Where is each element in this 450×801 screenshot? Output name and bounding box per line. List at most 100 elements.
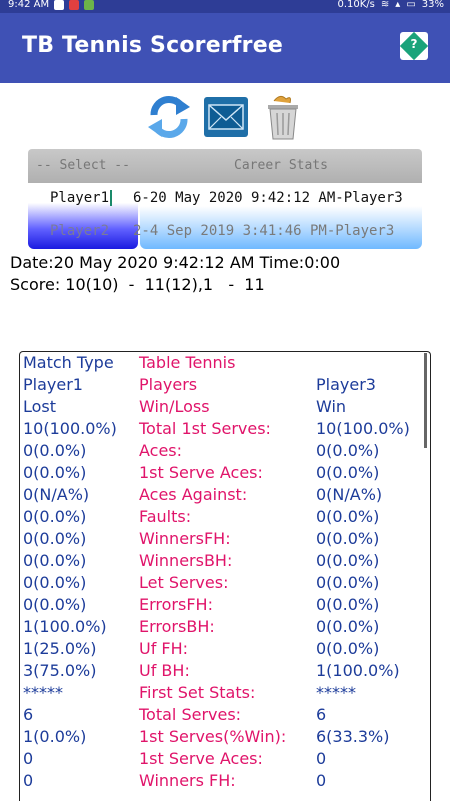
player3-value: 1(100.0%) <box>316 661 400 680</box>
player1-value: Lost <box>23 397 57 416</box>
shopping-bag-icon <box>84 0 95 10</box>
match-option-selected[interactable]: 6-20 May 2020 9:42:12 AM-Player3 <box>133 190 422 206</box>
stat-label: 1st Serve Aces: <box>139 749 263 768</box>
player3-value: 0(0.0%) <box>316 507 380 526</box>
stat-label: Uf FH: <box>139 639 189 658</box>
status-right: 0.10K/s ≋ ▴ ▭ 33% <box>337 0 444 10</box>
status-left: 9:42 AM <box>8 0 95 10</box>
picker-header: -- Select -- Career Stats <box>28 149 422 183</box>
stats-row: 6 Total Serves: 6 <box>20 705 430 727</box>
stat-label: 1st Serve Aces: <box>139 463 263 482</box>
stats-row: Lost Win/Loss Win <box>20 397 430 419</box>
stats-row: 3(75.0%) Uf BH: 1(100.0%) <box>20 661 430 683</box>
help-icon[interactable]: ? <box>399 31 429 61</box>
player3-value: 0(0.0%) <box>316 463 380 482</box>
player3-value: 0(0.0%) <box>316 595 380 614</box>
player3-value: Win <box>316 397 347 416</box>
stat-label: Let Serves: <box>139 573 229 592</box>
wifi-icon: ≋ <box>380 0 390 10</box>
player1-value: 1(25.0%) <box>23 639 97 658</box>
player3-value: 0(0.0%) <box>316 529 380 548</box>
stat-label: 1st Serves(%Win): <box>139 727 287 746</box>
scrollbar[interactable] <box>424 353 427 448</box>
player1-value: 0(0.0%) <box>23 463 87 482</box>
player1-value: 10(100.0%) <box>23 419 117 438</box>
stats-table[interactable]: Match Type Table Tennis Player1 Players Play… <box>19 351 431 801</box>
player3-value: 0 <box>316 771 327 790</box>
stats-row: 0(0.0%) WinnersBH: 0(0.0%) <box>20 551 430 573</box>
player1-value: 1(0.0%) <box>23 727 87 746</box>
player-option[interactable]: Player2 <box>50 223 138 239</box>
refresh-icon[interactable] <box>146 93 192 141</box>
player1-value: 0(0.0%) <box>23 595 87 614</box>
app-bar: TB Tennis Scorerfree ? <box>0 13 450 83</box>
stats-row: 0 1st Serve Aces: 0 <box>20 749 430 771</box>
player3-value: 10(100.0%) <box>316 419 410 438</box>
stats-row: ***** First Set Stats: ***** <box>20 683 430 705</box>
stat-label: Total 1st Serves: <box>139 419 271 438</box>
stat-label: ErrorsFH: <box>139 595 213 614</box>
stats-row: 0(0.0%) ErrorsFH: 0(0.0%) <box>20 595 430 617</box>
player1-value: 1(100.0%) <box>23 617 107 636</box>
stats-row: 1(0.0%) 1st Serves(%Win): 6(33.3%) <box>20 727 430 749</box>
stats-row: 0(0.0%) Aces: 0(0.0%) <box>20 441 430 463</box>
app-title: TB Tennis Scorerfree <box>22 33 283 58</box>
player1-value: 3(75.0%) <box>23 661 97 680</box>
player3-value: ***** <box>316 683 356 702</box>
player3-value: 0(0.0%) <box>316 639 380 658</box>
stats-row: 0(N/A%) Aces Against: 0(N/A%) <box>20 485 430 507</box>
stats-row: Match Type Table Tennis <box>20 353 430 375</box>
stat-label: Players <box>139 375 198 394</box>
player3-value: 0(N/A%) <box>316 485 383 504</box>
battery-level: 33% <box>421 0 444 10</box>
mail-icon[interactable] <box>203 93 249 141</box>
stats-row: 0(0.0%) Let Serves: 0(0.0%) <box>20 573 430 595</box>
select-header: -- Select -- <box>36 158 130 173</box>
player3-value: 0(0.0%) <box>316 441 380 460</box>
player3-value: Player3 <box>316 375 376 394</box>
player1-value: 0 <box>23 771 34 790</box>
stat-label: Aces Against: <box>139 485 248 504</box>
career-stats-header[interactable]: Career Stats <box>140 149 422 183</box>
stat-label: Total Serves: <box>139 705 242 724</box>
player1-value: 0(N/A%) <box>23 485 90 504</box>
signal-icon: ▴ <box>395 0 401 10</box>
gmail-icon <box>69 0 80 10</box>
status-bar: 9:42 AM 0.10K/s ≋ ▴ ▭ 33% <box>0 0 450 13</box>
stats-row: 0(0.0%) 1st Serve Aces: 0(0.0%) <box>20 463 430 485</box>
stats-row: 0 Winners FH: 0 <box>20 771 430 793</box>
player3-value: 0 <box>316 749 327 768</box>
player-match-picker[interactable]: -- Select -- Career Stats Player1 Player… <box>28 149 422 249</box>
stats-row: 0(0.0%) Faults: 0(0.0%) <box>20 507 430 529</box>
messenger-icon <box>54 0 65 10</box>
stat-label: ErrorsBH: <box>139 617 215 636</box>
stats-row: 0(0.0%) WinnersFH: 0(0.0%) <box>20 529 430 551</box>
player3-value: 0(0.0%) <box>316 551 380 570</box>
stat-label: Uf BH: <box>139 661 190 680</box>
net-speed: 0.10K/s <box>337 0 375 10</box>
stat-label: First Set Stats: <box>139 683 256 702</box>
stats-row: Player1 Players Player3 <box>20 375 430 397</box>
trash-icon[interactable] <box>260 93 306 141</box>
player3-value: 6(33.3%) <box>316 727 390 746</box>
player-option-selected[interactable]: Player1 <box>50 190 138 206</box>
player1-value: 0(0.0%) <box>23 507 87 526</box>
player1-value: ***** <box>23 683 63 702</box>
player1-value: Match Type <box>23 353 114 372</box>
stat-label: Win/Loss <box>139 397 210 416</box>
status-time: 9:42 AM <box>8 0 50 10</box>
match-date-line: Date:20 May 2020 9:42:12 AM Time:0:00 <box>10 253 341 272</box>
stat-label: Aces: <box>139 441 183 460</box>
player3-value: 0(0.0%) <box>316 617 380 636</box>
stat-label: WinnersBH: <box>139 551 233 570</box>
player3-value: 0(0.0%) <box>316 573 380 592</box>
player1-value: 0(0.0%) <box>23 441 87 460</box>
match-option[interactable]: 2-4 Sep 2019 3:41:46 PM-Player3 <box>133 223 422 239</box>
stat-label: WinnersFH: <box>139 529 231 548</box>
text-cursor <box>110 190 113 206</box>
player3-value: 6 <box>316 705 327 724</box>
match-score-line: Score: 10(10) - 11(12),1 - 11 <box>10 275 265 294</box>
stat-label: Faults: <box>139 507 192 526</box>
stat-label: Table Tennis <box>139 353 236 372</box>
battery-icon: ▭ <box>406 0 416 10</box>
